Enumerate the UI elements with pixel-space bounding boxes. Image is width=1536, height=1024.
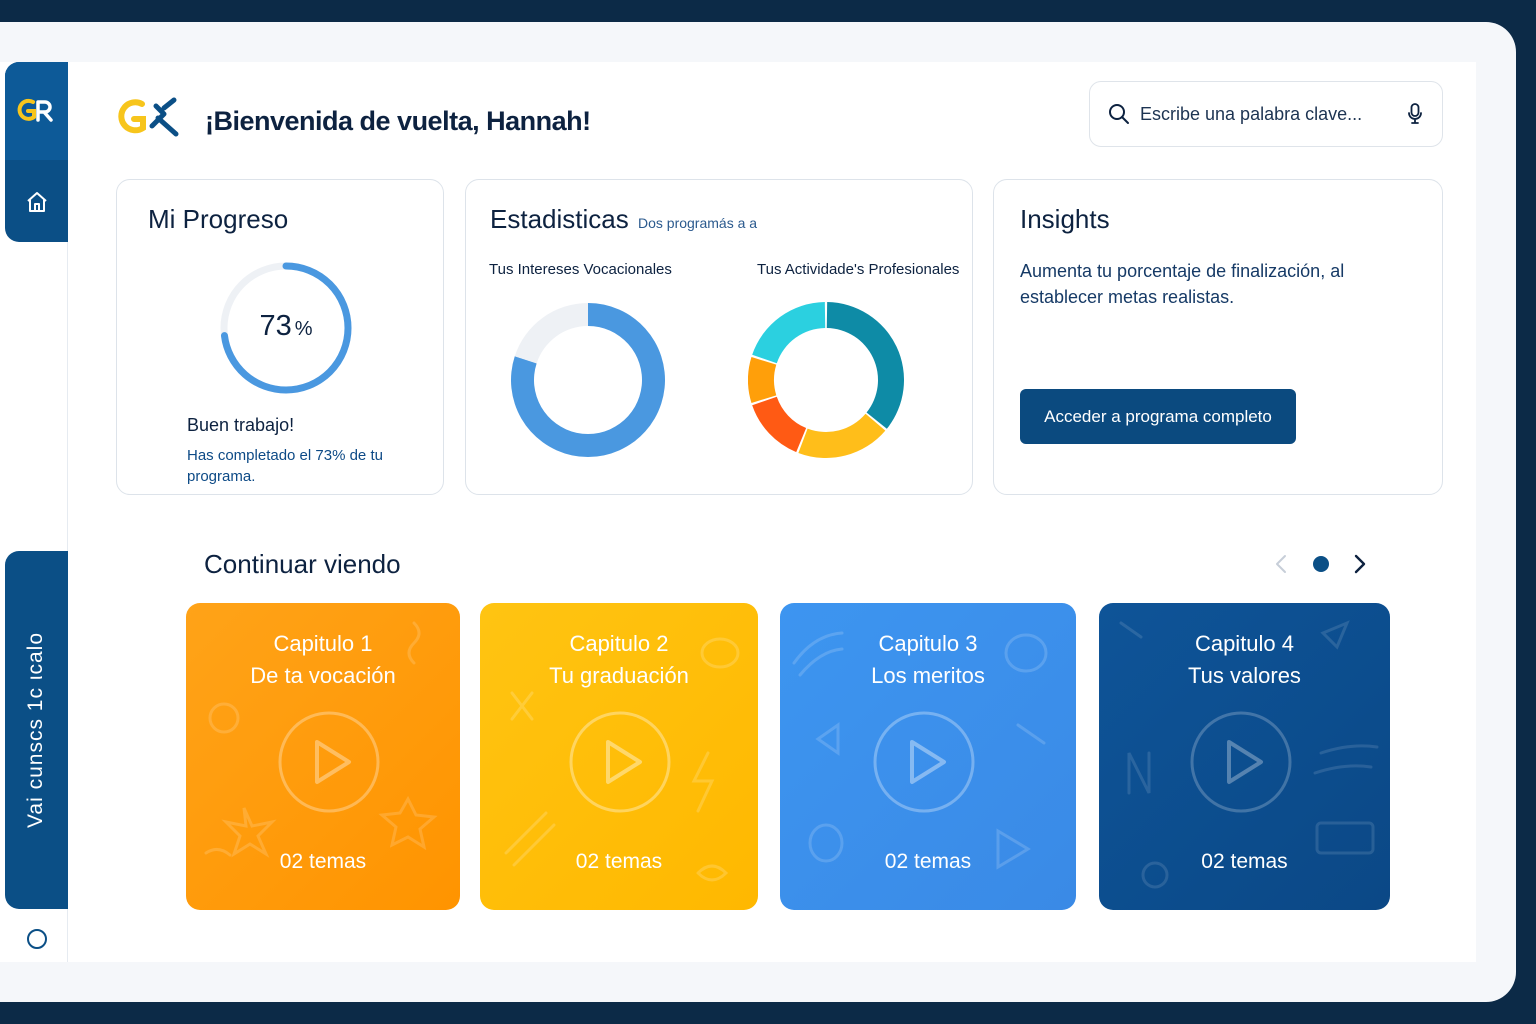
sidebar-vertical-label: Vai cunscs 1c ιcalo [24, 631, 48, 829]
sidebar-item-home[interactable] [5, 180, 68, 224]
search-input[interactable] [1140, 100, 1400, 128]
donut-slice-1 [826, 302, 904, 429]
chapter-subtitle: Tu graduación [549, 663, 689, 688]
stats-subtitle[interactable]: Dos programás a a [638, 215, 757, 231]
insights-text: Aumenta tu porcentaje de finalización, a… [1020, 261, 1345, 307]
access-program-button[interactable]: Acceder a programa completo [1020, 389, 1296, 444]
chevron-left-icon[interactable] [1271, 553, 1291, 575]
progress-headline: Buen trabajo! [187, 415, 295, 435]
donut-slice-2 [514, 303, 588, 364]
chapter-card-2[interactable]: Capitulo 2 Tu graduación 02 temas [480, 603, 758, 910]
search-bar[interactable] [1089, 81, 1443, 147]
chapter-subtitle: Los meritos [871, 663, 985, 688]
microphone-icon[interactable] [1408, 103, 1422, 125]
chapter-subtitle: Tus valores [1188, 663, 1301, 688]
chapter-card-4[interactable]: Capitulo 4 Tus valores 02 temas [1099, 603, 1390, 910]
play-icon[interactable] [872, 710, 976, 814]
donut-slice-2 [798, 413, 886, 458]
play-icon[interactable] [1189, 710, 1293, 814]
carousel-dot[interactable] [1313, 556, 1329, 572]
chevron-right-icon[interactable] [1350, 553, 1370, 575]
chapter-topics: 02 temas [575, 850, 663, 873]
professional-activities-donut [748, 302, 904, 458]
sidebar-circle-button[interactable] [27, 929, 47, 949]
chapter-title: Capitulo 4 [1194, 631, 1295, 656]
brand-logo-icon [118, 97, 179, 137]
chapter-topics: 02 temas [884, 850, 972, 873]
chapter-topics: 02 temas [1201, 850, 1288, 873]
home-icon [26, 192, 47, 212]
welcome-heading: ¡Bienvenida de vuelta, Hannah! [205, 106, 591, 136]
chapter-topics: 02 temas [279, 850, 367, 873]
chart1-label: Tus Intereses Vocacionales [489, 261, 672, 278]
insights-title: Insights [1020, 204, 1110, 234]
sidebar-logo[interactable] [5, 62, 68, 160]
insights-card: Insights Aumenta tu porcentaje de finali… [993, 179, 1443, 495]
chapter-title: Capitulo 3 [878, 631, 978, 656]
progress-title: Mi Progreso [148, 204, 289, 234]
chapter-title: Capitulo 2 [569, 631, 669, 656]
chapter-subtitle: De ta vocación [250, 663, 396, 688]
donut-slice-4 [748, 357, 777, 403]
play-icon[interactable] [277, 710, 381, 814]
progress-value: 73 [259, 310, 292, 342]
gr-logo-icon [17, 98, 53, 122]
chapter-title: Capitulo 1 [273, 631, 373, 656]
progress-card: Mi Progreso 73% Buen trabajo! Has comple… [116, 179, 444, 495]
progress-unit: % [294, 318, 313, 340]
play-icon[interactable] [568, 710, 672, 814]
chapter-card-1[interactable]: Capitulo 1 De ta vocación 02 temas [186, 603, 460, 910]
progress-description: Has completado el 73% de tu programa. [187, 447, 383, 485]
stats-card: Estadisticas Dos programás a a Tus Inter… [465, 179, 973, 495]
stats-title: Estadisticas [490, 204, 629, 234]
vocational-interests-donut [511, 303, 665, 457]
chapter-card-3[interactable]: Capitulo 3 Los meritos 02 temas [780, 603, 1076, 910]
sidebar-top [5, 62, 68, 242]
continue-watching-title: Continuar viendo [204, 549, 401, 579]
donut-slice-3 [752, 396, 807, 453]
progress-percent: 73% [218, 310, 354, 343]
search-icon [1109, 104, 1129, 124]
chart2-label: Tus Actividade's Profesionales [757, 261, 960, 278]
donut-slice-5 [752, 302, 826, 364]
sidebar-bottom-panel[interactable]: Vai cunscs 1c ιcalo [5, 551, 68, 909]
